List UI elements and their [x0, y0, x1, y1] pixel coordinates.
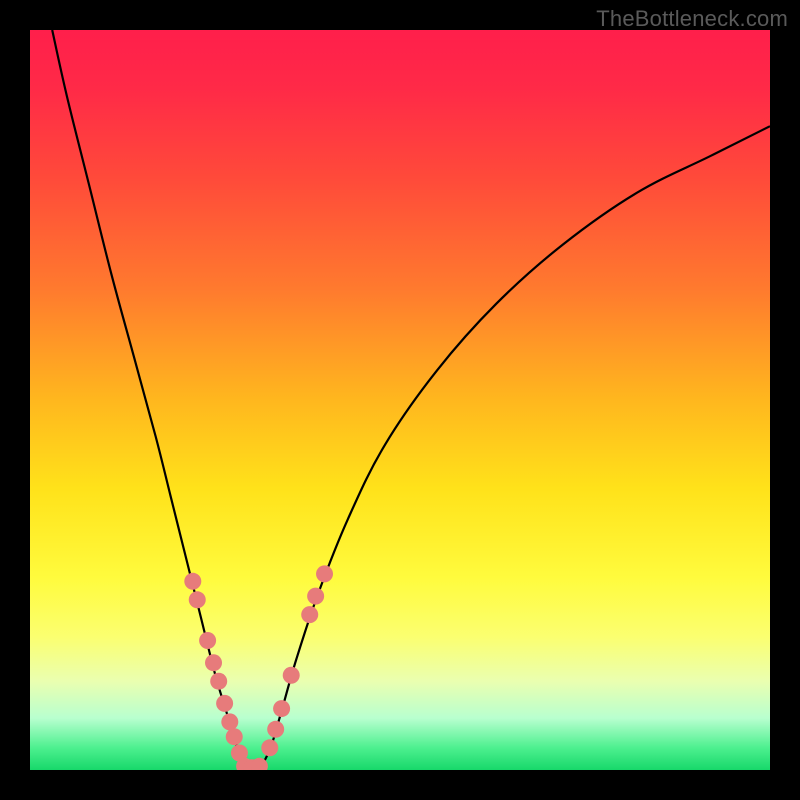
data-point-dot — [316, 565, 333, 582]
data-point-dot — [199, 632, 216, 649]
watermark-text: TheBottleneck.com — [596, 6, 788, 32]
data-point-dot — [283, 667, 300, 684]
data-point-dot — [189, 591, 206, 608]
data-point-dot — [261, 739, 278, 756]
curve-layer — [30, 30, 770, 770]
highlight-dots — [184, 565, 333, 770]
data-point-dot — [273, 700, 290, 717]
chart-canvas: TheBottleneck.com — [0, 0, 800, 800]
data-point-dot — [184, 573, 201, 590]
data-point-dot — [226, 728, 243, 745]
data-point-dot — [210, 673, 227, 690]
data-point-dot — [267, 721, 284, 738]
data-point-dot — [205, 654, 222, 671]
right-branch-curve — [259, 126, 770, 770]
data-point-dot — [216, 695, 233, 712]
data-point-dot — [301, 606, 318, 623]
data-point-dot — [221, 713, 238, 730]
data-point-dot — [307, 588, 324, 605]
plot-area — [30, 30, 770, 770]
